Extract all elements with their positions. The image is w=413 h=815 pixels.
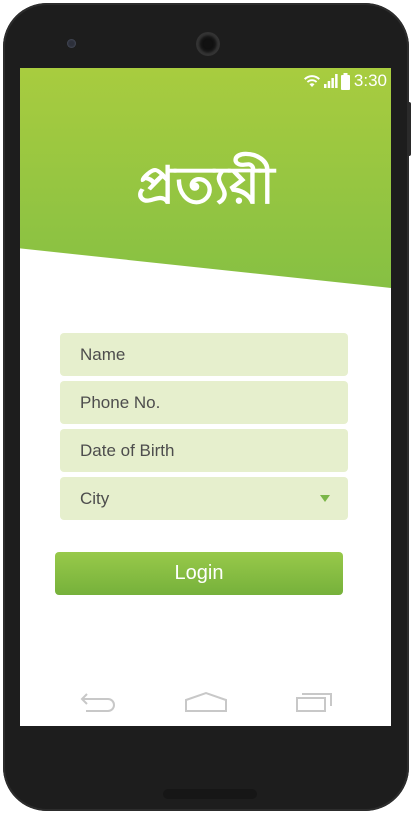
status-time: 3:30: [353, 71, 387, 90]
dob-input[interactable]: [80, 440, 320, 461]
app-screen: 3:30 প্রত্যয়ী City Login: [20, 68, 391, 726]
back-icon[interactable]: [78, 690, 118, 719]
status-bar: 3:30: [303, 70, 387, 92]
navigation-bar: [20, 680, 391, 726]
wifi-icon: [303, 74, 321, 88]
phone-input[interactable]: [80, 392, 320, 413]
bottom-speaker: [163, 789, 257, 799]
city-select-value: City: [80, 488, 110, 508]
login-form: City: [60, 333, 348, 525]
city-select[interactable]: City: [60, 477, 348, 520]
name-input[interactable]: [80, 344, 320, 365]
recent-apps-icon[interactable]: [294, 690, 334, 719]
battery-icon: [340, 72, 350, 90]
power-button: [407, 102, 411, 156]
app-logo: প্রত্যয়ী: [136, 156, 275, 216]
name-field[interactable]: [60, 333, 348, 376]
home-icon[interactable]: [184, 690, 228, 719]
signal-icon: [323, 74, 338, 88]
dob-field[interactable]: [60, 429, 348, 472]
dropdown-arrow-icon: [320, 495, 330, 502]
front-sensor: [67, 39, 76, 48]
front-camera: [198, 34, 218, 54]
login-button[interactable]: Login: [55, 552, 343, 595]
phone-field[interactable]: [60, 381, 348, 424]
